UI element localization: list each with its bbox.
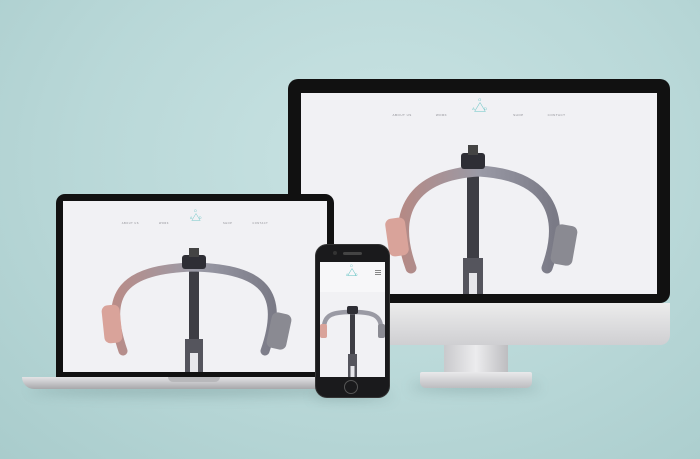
- nav-about-link[interactable]: ABOUT US: [393, 113, 412, 117]
- site-logo[interactable]: O A D: [345, 264, 359, 279]
- desktop-nav: ABOUT US WORK O A D SHOP CONTACT: [301, 97, 657, 124]
- site-logo[interactable]: O A D: [471, 97, 489, 124]
- logo-letter-left: A: [472, 106, 476, 111]
- logo-letter-right: D: [199, 216, 202, 220]
- logo-letter-top: O: [350, 264, 353, 268]
- nav-contact-link[interactable]: CONTACT: [252, 222, 268, 225]
- logo-letter-top: O: [478, 97, 482, 102]
- desktop-monitor-stand: [444, 345, 508, 375]
- logo-letter-left: A: [190, 216, 193, 220]
- hamburger-menu-icon[interactable]: [375, 270, 381, 275]
- nav-contact-link[interactable]: CONTACT: [548, 113, 566, 117]
- phone-camera: [333, 251, 337, 255]
- phone-speaker: [343, 252, 362, 255]
- laptop-nav: ABOUT US WORK O A D SHOP CONTACT: [63, 209, 327, 230]
- laptop-website-screen: ABOUT US WORK O A D SHOP CONTACT: [63, 201, 327, 372]
- nav-shop-link[interactable]: SHOP: [223, 222, 232, 225]
- nav-shop-link[interactable]: SHOP: [513, 113, 524, 117]
- logo-letter-top: O: [194, 209, 198, 213]
- laptop-opening-notch: [168, 377, 220, 382]
- nav-about-link[interactable]: ABOUT US: [122, 222, 139, 225]
- logo-letter-right: D: [355, 273, 358, 277]
- logo-letter-left: A: [346, 273, 349, 277]
- nav-work-link[interactable]: WORK: [159, 222, 169, 225]
- desktop-monitor-foot: [420, 372, 532, 388]
- site-logo[interactable]: O A D: [189, 209, 203, 230]
- phone-home-button[interactable]: [344, 380, 358, 394]
- mobile-website-screen: O A D: [320, 262, 385, 377]
- handlebar-image: [320, 262, 385, 377]
- nav-work-link[interactable]: WORK: [436, 113, 447, 117]
- logo-letter-right: D: [484, 106, 488, 111]
